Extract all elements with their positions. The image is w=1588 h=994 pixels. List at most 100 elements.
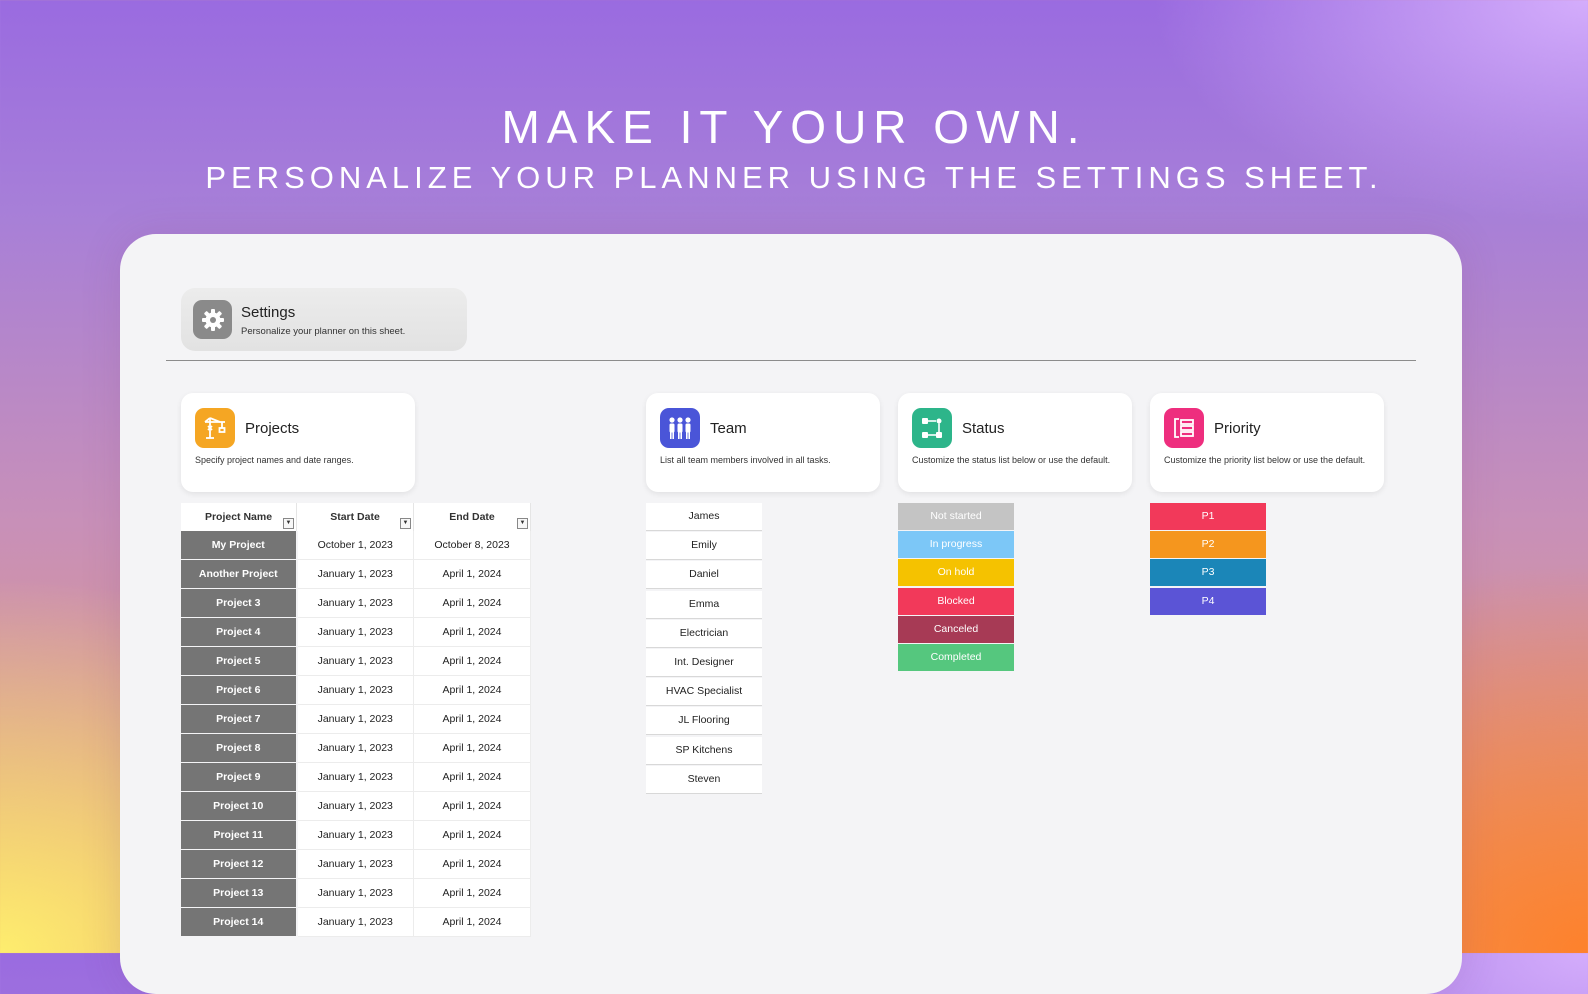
team-member-cell[interactable]: Steven bbox=[646, 765, 762, 794]
project-name-cell[interactable]: Project 11 bbox=[181, 820, 298, 850]
table-row: Project 4 January 1, 2023 April 1, 2024 bbox=[181, 617, 531, 647]
column-header-label: Project Name bbox=[204, 511, 273, 523]
project-name-cell[interactable]: Project 5 bbox=[181, 646, 298, 676]
projects-table: Project Name ▼ Start Date ▼ End Date ▼ M… bbox=[181, 503, 531, 937]
hero-subtitle: PERSONALIZE YOUR PLANNER USING THE SETTI… bbox=[205, 160, 1383, 195]
table-row: Project 11 January 1, 2023 April 1, 2024 bbox=[181, 820, 531, 850]
priority-card: Priority Customize the priority list bel… bbox=[1150, 393, 1384, 492]
team-member-cell[interactable]: HVAC Specialist bbox=[646, 678, 762, 707]
status-card: Status Customize the status list below o… bbox=[898, 393, 1132, 492]
project-name-cell[interactable]: Project 12 bbox=[181, 849, 298, 879]
table-row: Project 13 January 1, 2023 April 1, 2024 bbox=[181, 878, 531, 908]
status-cell[interactable]: Canceled bbox=[898, 615, 1014, 643]
priority-card-subtitle: Customize the priority list below or use… bbox=[1164, 455, 1366, 465]
hero-title: MAKE IT YOUR OWN. bbox=[501, 101, 1087, 153]
start-date-cell[interactable]: January 1, 2023 bbox=[296, 907, 414, 937]
project-name-cell[interactable]: Project 13 bbox=[181, 878, 298, 908]
end-date-cell[interactable]: April 1, 2024 bbox=[413, 646, 531, 676]
gear-icon bbox=[193, 300, 232, 339]
status-list: Not started In progress On hold Blocked Canc… bbox=[898, 503, 1014, 672]
settings-subtitle: Personalize your planner on this sheet. bbox=[241, 326, 406, 337]
project-name-cell[interactable]: My Project bbox=[181, 531, 298, 560]
priority-card-title: Priority bbox=[1214, 420, 1261, 437]
start-date-cell[interactable]: January 1, 2023 bbox=[296, 820, 414, 850]
header-divider bbox=[166, 360, 1416, 361]
team-list: James Emily Daniel Emma Electrician Int. Desi… bbox=[646, 503, 762, 795]
team-card: Team List all team members involved in a… bbox=[646, 393, 880, 492]
start-date-cell[interactable]: January 1, 2023 bbox=[296, 675, 414, 705]
column-header-project-name[interactable]: Project Name ▼ bbox=[181, 503, 297, 531]
project-name-cell[interactable]: Project 3 bbox=[181, 588, 298, 618]
end-date-cell[interactable]: April 1, 2024 bbox=[413, 559, 531, 589]
end-date-cell[interactable]: April 1, 2024 bbox=[413, 617, 531, 647]
end-date-cell[interactable]: April 1, 2024 bbox=[413, 588, 531, 618]
start-date-cell[interactable]: January 1, 2023 bbox=[296, 617, 414, 647]
end-date-cell[interactable]: April 1, 2024 bbox=[413, 820, 531, 850]
table-row: Project 10 January 1, 2023 April 1, 2024 bbox=[181, 791, 531, 821]
column-header-end-date[interactable]: End Date ▼ bbox=[413, 503, 531, 531]
project-name-cell[interactable]: Another Project bbox=[181, 559, 298, 589]
settings-sheet-panel: Settings Personalize your planner on thi… bbox=[120, 234, 1462, 994]
team-member-cell[interactable]: Daniel bbox=[646, 561, 762, 590]
team-member-cell[interactable]: Emily bbox=[646, 532, 762, 561]
end-date-cell[interactable]: April 1, 2024 bbox=[413, 733, 531, 763]
projects-table-body: My Project October 1, 2023 October 8, 2023… bbox=[181, 531, 531, 937]
filter-dropdown-icon[interactable]: ▼ bbox=[400, 518, 411, 529]
priority-cell[interactable]: P1 bbox=[1150, 503, 1266, 530]
start-date-cell[interactable]: January 1, 2023 bbox=[296, 646, 414, 676]
table-row: Project 9 January 1, 2023 April 1, 2024 bbox=[181, 762, 531, 792]
project-name-cell[interactable]: Project 10 bbox=[181, 791, 298, 821]
end-date-cell[interactable]: April 1, 2024 bbox=[413, 907, 531, 937]
start-date-cell[interactable]: January 1, 2023 bbox=[296, 878, 414, 908]
team-member-cell[interactable]: JL Flooring bbox=[646, 707, 762, 736]
start-date-cell[interactable]: January 1, 2023 bbox=[296, 588, 414, 618]
start-date-cell[interactable]: January 1, 2023 bbox=[296, 559, 414, 589]
priority-cell[interactable]: P2 bbox=[1150, 531, 1266, 559]
project-name-cell[interactable]: Project 9 bbox=[181, 762, 298, 792]
end-date-cell[interactable]: April 1, 2024 bbox=[413, 762, 531, 792]
status-cell[interactable]: In progress bbox=[898, 531, 1014, 559]
priority-cell[interactable]: P4 bbox=[1150, 587, 1266, 615]
end-date-cell[interactable]: April 1, 2024 bbox=[413, 791, 531, 821]
status-cell[interactable]: Not started bbox=[898, 503, 1014, 530]
end-date-cell[interactable]: April 1, 2024 bbox=[413, 849, 531, 879]
crane-icon bbox=[195, 408, 235, 448]
people-icon bbox=[660, 408, 700, 448]
status-cell[interactable]: Blocked bbox=[898, 587, 1014, 615]
end-date-cell[interactable]: April 1, 2024 bbox=[413, 878, 531, 908]
priority-cell[interactable]: P3 bbox=[1150, 559, 1266, 587]
filter-dropdown-icon[interactable]: ▼ bbox=[283, 518, 294, 529]
team-member-cell[interactable]: SP Kitchens bbox=[646, 736, 762, 765]
settings-title: Settings bbox=[241, 304, 296, 321]
filter-dropdown-icon[interactable]: ▼ bbox=[517, 518, 528, 529]
team-card-title: Team bbox=[710, 420, 747, 437]
start-date-cell[interactable]: October 1, 2023 bbox=[296, 531, 414, 560]
end-date-cell[interactable]: October 8, 2023 bbox=[413, 531, 531, 560]
start-date-cell[interactable]: January 1, 2023 bbox=[296, 762, 414, 792]
team-member-cell[interactable]: James bbox=[646, 503, 762, 531]
column-header-label: End Date bbox=[449, 511, 495, 523]
status-card-title: Status bbox=[962, 420, 1005, 437]
team-member-cell[interactable]: Emma bbox=[646, 590, 762, 619]
team-member-cell[interactable]: Electrician bbox=[646, 619, 762, 648]
start-date-cell[interactable]: January 1, 2023 bbox=[296, 849, 414, 879]
column-header-start-date[interactable]: Start Date ▼ bbox=[296, 503, 414, 531]
settings-header: Settings Personalize your planner on thi… bbox=[181, 288, 467, 351]
table-row: Project 8 January 1, 2023 April 1, 2024 bbox=[181, 733, 531, 763]
status-cell[interactable]: Completed bbox=[898, 643, 1014, 671]
start-date-cell[interactable]: January 1, 2023 bbox=[296, 733, 414, 763]
end-date-cell[interactable]: April 1, 2024 bbox=[413, 704, 531, 734]
table-row: Project 7 January 1, 2023 April 1, 2024 bbox=[181, 704, 531, 734]
team-member-cell[interactable]: Int. Designer bbox=[646, 648, 762, 677]
status-cell[interactable]: On hold bbox=[898, 559, 1014, 587]
project-name-cell[interactable]: Project 4 bbox=[181, 617, 298, 647]
end-date-cell[interactable]: April 1, 2024 bbox=[413, 675, 531, 705]
start-date-cell[interactable]: January 1, 2023 bbox=[296, 791, 414, 821]
project-name-cell[interactable]: Project 14 bbox=[181, 907, 298, 937]
status-card-subtitle: Customize the status list below or use t… bbox=[912, 455, 1111, 465]
start-date-cell[interactable]: January 1, 2023 bbox=[296, 704, 414, 734]
project-name-cell[interactable]: Project 6 bbox=[181, 675, 298, 705]
list-icon bbox=[1164, 408, 1204, 448]
project-name-cell[interactable]: Project 7 bbox=[181, 704, 298, 734]
project-name-cell[interactable]: Project 8 bbox=[181, 733, 298, 763]
